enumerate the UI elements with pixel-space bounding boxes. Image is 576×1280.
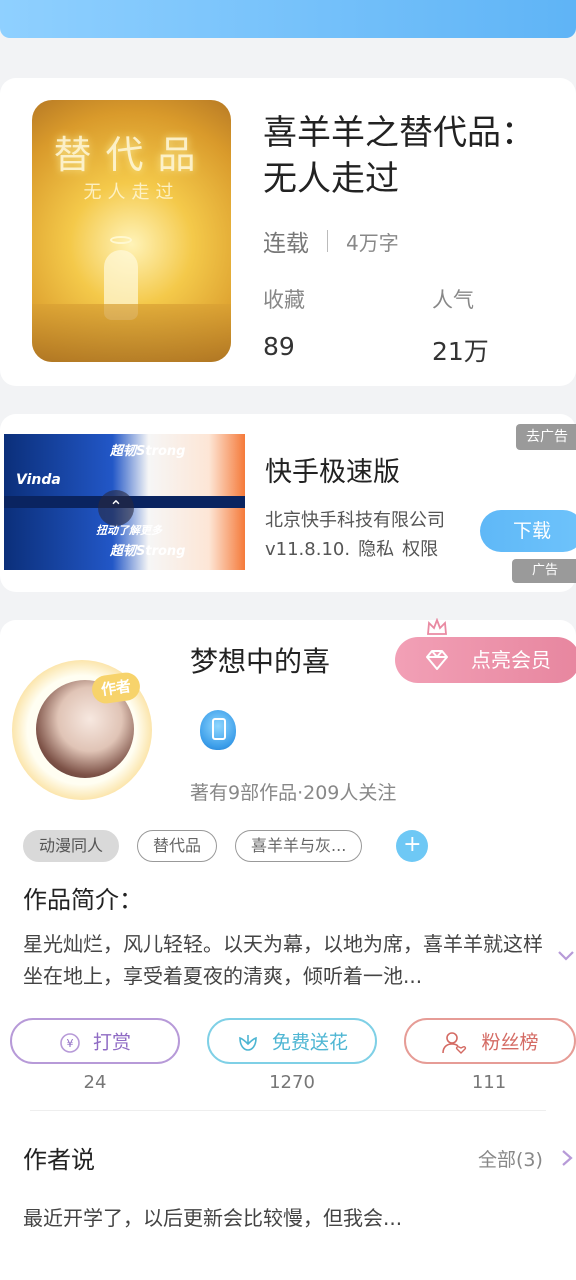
cover-halo <box>110 236 132 244</box>
author-says-body[interactable]: 最近开学了，以后更新会比较慢，但我会... <box>23 1202 402 1231</box>
author-name[interactable]: 梦想中的喜 <box>190 640 330 680</box>
meta-divider <box>327 230 328 252</box>
favorites-label: 收藏 <box>263 288 305 312</box>
cover-subtitle: 无人走过 <box>83 182 180 203</box>
svg-text:¥: ¥ <box>66 1037 73 1050</box>
ad-image-text: 扭动了解更多 <box>96 524 162 537</box>
book-status: 连载 <box>263 231 309 257</box>
favorites-stat: 收藏 89 <box>263 284 305 361</box>
ad-image-brand: Vinda <box>16 472 61 488</box>
top-header-bar <box>0 0 576 38</box>
fan-user-icon <box>442 1031 467 1054</box>
reward-label: 打赏 <box>92 1031 131 1054</box>
tag-item[interactable]: 喜羊羊与灰... <box>235 830 363 862</box>
fans-label: 粉丝榜 <box>481 1031 539 1054</box>
ad-image-text: 超韧Strong <box>110 444 186 459</box>
author-stats: 著有9部作品·209人关注 <box>190 782 397 804</box>
ad-label-badge: 广告 <box>512 559 576 583</box>
ad-image[interactable]: Vinda 超韧Strong 扭动了解更多 超韧Strong ⌃ <box>4 434 245 570</box>
ad-image-text: 超韧Strong <box>110 544 186 559</box>
book-cover[interactable]: 替代品 无人走过 <box>32 100 231 362</box>
author-says-heading: 作者说 <box>23 1146 95 1174</box>
flower-label: 免费送花 <box>271 1031 348 1054</box>
medal-icon[interactable] <box>200 710 236 750</box>
chevron-right-icon[interactable] <box>560 1148 574 1168</box>
send-flower-button[interactable]: 免费送花 <box>207 1018 377 1064</box>
ad-company: 北京快手科技有限公司 <box>265 510 445 531</box>
diamond-icon <box>426 650 448 670</box>
expand-chevron-icon[interactable] <box>556 946 576 966</box>
reward-count: 24 <box>83 1072 107 1093</box>
ad-privacy-link[interactable]: 隐私 <box>358 539 394 560</box>
tap-icon: ⌃ <box>98 490 134 526</box>
remove-ad-button[interactable]: 去广告 <box>516 424 576 450</box>
fans-ranking-button[interactable]: 粉丝榜 <box>404 1018 576 1064</box>
ad-card[interactable]: Vinda 超韧Strong 扭动了解更多 超韧Strong ⌃ <box>0 414 576 592</box>
book-meta: 连载 4万字 <box>263 224 399 258</box>
section-divider <box>30 1110 546 1111</box>
vip-button[interactable]: 点亮会员 <box>395 637 576 683</box>
popularity-label: 人气 <box>432 288 474 312</box>
ad-permissions-link[interactable]: 权限 <box>402 539 438 560</box>
tag-item[interactable]: 动漫同人 <box>23 830 120 862</box>
cover-ground <box>32 304 231 362</box>
fans-count: 111 <box>471 1072 507 1093</box>
reward-button[interactable]: ¥ 打赏 <box>10 1018 180 1064</box>
tag-list: 动漫同人 替代品 喜羊羊与灰... + <box>23 830 429 862</box>
popularity-stat: 人气 21万 <box>432 284 489 368</box>
intro-heading: 作品简介： <box>23 886 143 914</box>
vip-label: 点亮会员 <box>471 648 551 672</box>
book-title: 喜羊羊之替代品：无人走过 <box>263 113 535 199</box>
flower-icon <box>239 1034 257 1051</box>
word-count: 4万字 <box>346 230 399 255</box>
crown-icon <box>427 618 447 635</box>
ad-version-line: v11.8.10. 隐私 权限 <box>265 535 446 561</box>
cover-title: 替代品 <box>53 133 210 177</box>
ad-version: v11.8.10. <box>265 539 351 560</box>
tag-item[interactable]: 替代品 <box>137 830 218 862</box>
ad-app-name: 快手极速版 <box>265 457 400 488</box>
add-tag-icon[interactable]: + <box>396 830 429 862</box>
popularity-value: 21万 <box>432 337 489 366</box>
flower-count: 1270 <box>269 1072 315 1093</box>
favorites-value: 89 <box>263 332 295 361</box>
download-button[interactable]: 下载 <box>480 510 576 552</box>
action-row: ¥ 打赏 免费送花 粉丝榜 <box>10 1018 576 1064</box>
intro-body: 星光灿烂，风儿轻轻。以天为幕，以地为席，喜羊羊就这样坐在地上，享受着夏夜的清爽，… <box>23 932 543 988</box>
coin-icon: ¥ <box>60 1032 80 1053</box>
author-says-all-link[interactable]: 全部(3) <box>478 1145 543 1172</box>
